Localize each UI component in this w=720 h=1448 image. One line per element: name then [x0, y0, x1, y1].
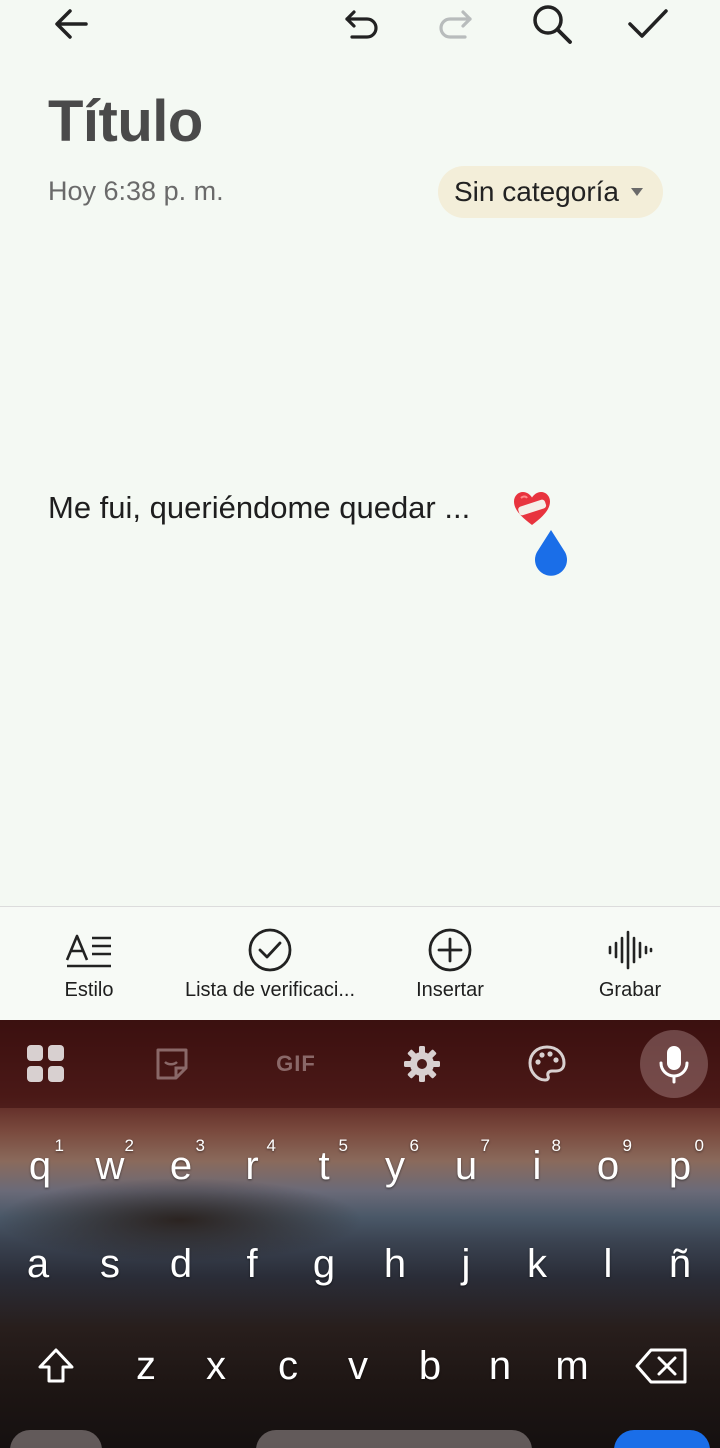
note-date: Hoy 6:38 p. m. — [48, 176, 224, 206]
key-z[interactable]: z — [110, 1326, 182, 1406]
palette-icon[interactable] — [521, 1038, 573, 1090]
key-k[interactable]: k — [501, 1224, 573, 1304]
key-b[interactable]: b — [394, 1326, 466, 1406]
apps-grid-icon[interactable] — [20, 1038, 72, 1090]
text-style-icon — [65, 927, 113, 973]
dropdown-caret-icon — [631, 188, 643, 196]
key-l[interactable]: l — [572, 1224, 644, 1304]
key-r[interactable]: r4 — [216, 1126, 288, 1206]
key-q[interactable]: q1 — [4, 1126, 76, 1206]
key-o[interactable]: o9 — [572, 1126, 644, 1206]
text-cursor-handle[interactable] — [530, 528, 572, 578]
search-icon[interactable] — [520, 0, 584, 48]
style-button[interactable]: Estilo — [40, 907, 138, 1021]
redo-icon — [423, 0, 487, 48]
insert-button[interactable]: Insertar — [395, 907, 505, 1021]
key-number-hint: 6 — [409, 1136, 419, 1155]
insert-label: Insertar — [416, 979, 484, 1001]
key-e[interactable]: e3 — [145, 1126, 217, 1206]
key-number-hint: 0 — [694, 1136, 704, 1155]
key-a[interactable]: a — [2, 1224, 74, 1304]
key-label: i — [532, 1143, 542, 1188]
backspace-icon[interactable] — [626, 1326, 698, 1406]
category-dropdown[interactable]: Sin categoría — [438, 166, 663, 218]
key-i[interactable]: i8 — [501, 1126, 573, 1206]
key-label: u — [454, 1143, 478, 1188]
key-n[interactable]: n — [464, 1326, 536, 1406]
enter-key[interactable] — [614, 1430, 710, 1448]
check-circle-icon — [247, 927, 293, 973]
key-f[interactable]: f — [216, 1224, 288, 1304]
sticker-icon[interactable] — [146, 1038, 198, 1090]
key-d[interactable]: d — [145, 1224, 217, 1304]
key-label: t — [318, 1143, 330, 1188]
key-label: e — [169, 1143, 193, 1188]
gear-icon[interactable] — [396, 1038, 448, 1090]
key-number-hint: 4 — [266, 1136, 276, 1155]
key-number-hint: 5 — [338, 1136, 348, 1155]
record-button[interactable]: Grabar — [570, 907, 690, 1021]
category-label: Sin categoría — [454, 176, 619, 207]
key-c[interactable]: c — [252, 1326, 324, 1406]
gif-label: GIF — [276, 1051, 316, 1076]
note-title-field[interactable]: Título — [48, 88, 203, 155]
on-screen-keyboard: GIF q1w2e3r4t5y6u7i8o9p0asdfghjklñzxcvbn… — [0, 1020, 720, 1448]
key-label: p — [668, 1143, 692, 1188]
mending-heart-emoji-icon — [512, 490, 552, 528]
gif-button[interactable]: GIF — [270, 1038, 322, 1090]
key-ñ[interactable]: ñ — [644, 1224, 716, 1304]
key-number-hint: 8 — [551, 1136, 561, 1155]
key-number-hint: 2 — [124, 1136, 134, 1155]
voice-wave-icon — [607, 927, 653, 973]
key-label: r — [245, 1143, 259, 1188]
key-p[interactable]: p0 — [644, 1126, 716, 1206]
keyboard-bottom-key[interactable] — [10, 1430, 102, 1448]
key-label: q — [28, 1143, 52, 1188]
key-s[interactable]: s — [74, 1224, 146, 1304]
formatting-toolbar: Estilo Lista de verificaci... Insertar G… — [0, 906, 720, 1021]
key-y[interactable]: y6 — [359, 1126, 431, 1206]
checkmark-done-icon[interactable] — [616, 0, 680, 48]
key-t[interactable]: t5 — [288, 1126, 360, 1206]
plus-circle-icon — [427, 927, 473, 973]
keyboard-toolbar — [0, 1020, 720, 1108]
key-u[interactable]: u7 — [430, 1126, 502, 1206]
key-j[interactable]: j — [430, 1224, 502, 1304]
key-label: w — [95, 1143, 125, 1188]
key-h[interactable]: h — [359, 1224, 431, 1304]
undo-icon[interactable] — [330, 0, 394, 48]
style-label: Estilo — [64, 979, 114, 1001]
key-label: y — [385, 1143, 405, 1188]
record-label: Grabar — [598, 979, 662, 1001]
checklist-label: Lista de verificaci... — [184, 979, 356, 1001]
key-m[interactable]: m — [536, 1326, 608, 1406]
key-v[interactable]: v — [322, 1326, 394, 1406]
key-g[interactable]: g — [288, 1224, 360, 1304]
note-body-text[interactable]: Me fui, queriéndome quedar ... — [48, 490, 470, 526]
checklist-button[interactable]: Lista de verificaci... — [170, 907, 370, 1021]
key-number-hint: 1 — [54, 1136, 64, 1155]
key-number-hint: 9 — [622, 1136, 632, 1155]
key-x[interactable]: x — [180, 1326, 252, 1406]
key-number-hint: 7 — [480, 1136, 490, 1155]
shift-icon[interactable] — [20, 1326, 92, 1406]
key-number-hint: 3 — [195, 1136, 205, 1155]
key-label: o — [596, 1143, 620, 1188]
microphone-icon[interactable] — [640, 1030, 708, 1098]
spacebar-key[interactable] — [256, 1430, 532, 1448]
key-w[interactable]: w2 — [74, 1126, 146, 1206]
back-arrow-icon[interactable] — [40, 0, 104, 48]
